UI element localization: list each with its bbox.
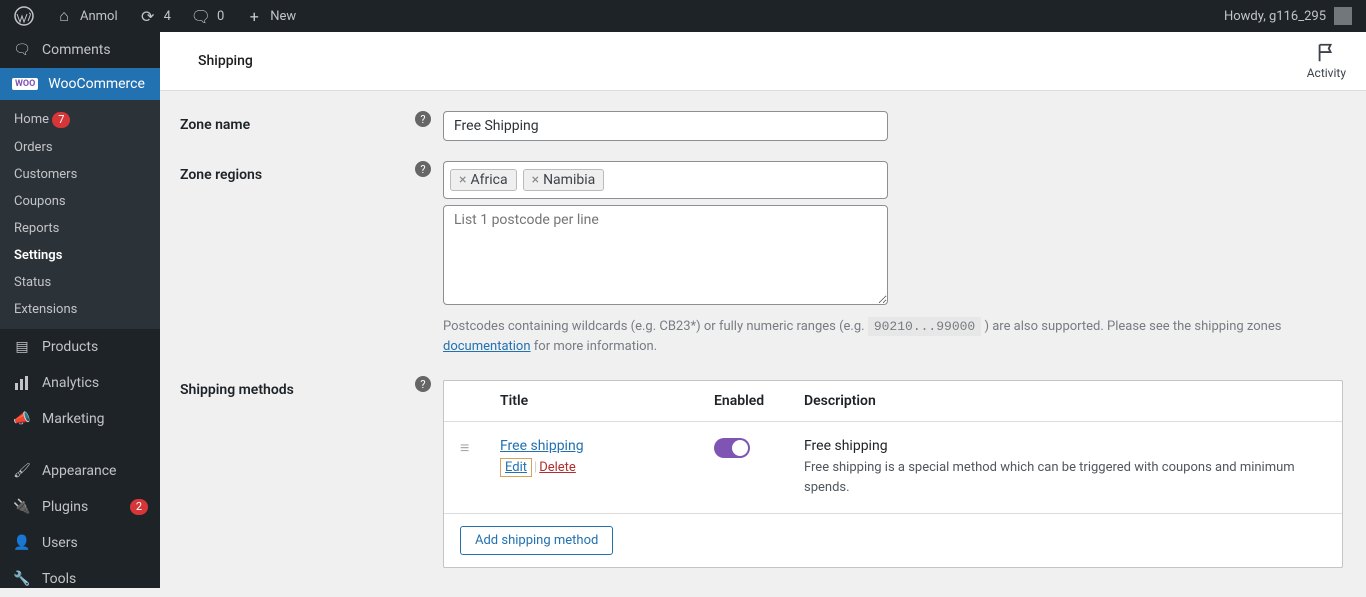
remove-tag-icon[interactable]: × xyxy=(459,172,466,188)
sidebar-item-users[interactable]: 👤 Users xyxy=(0,525,160,561)
documentation-link[interactable]: documentation xyxy=(443,339,531,354)
sidebar-item-products[interactable]: ▤ Products xyxy=(0,329,160,365)
avatar xyxy=(1334,7,1352,25)
admin-sidebar: 🗨 Comments WOO WooCommerce Home 7 Orders… xyxy=(0,32,160,588)
help-icon[interactable]: ? xyxy=(415,111,431,127)
site-name-link[interactable]: ⌂Anmol xyxy=(48,6,124,26)
enabled-toggle[interactable] xyxy=(714,438,750,458)
new-link[interactable]: +New xyxy=(238,6,302,26)
sidebar-item-plugins[interactable]: 🔌 Plugins 2 xyxy=(0,489,160,525)
comments-link[interactable]: 🗨0 xyxy=(185,6,230,26)
method-desc-text: Free shipping is a special method which … xyxy=(804,460,1295,495)
remove-tag-icon[interactable]: × xyxy=(532,172,539,188)
sidebar-item-analytics[interactable]: Analytics xyxy=(0,365,160,401)
sidebar-item-marketing[interactable]: 📣 Marketing xyxy=(0,401,160,437)
sidebar-subitem-reports[interactable]: Reports xyxy=(0,215,160,242)
plugins-icon: 🔌 xyxy=(12,497,32,517)
users-icon: 👤 xyxy=(12,533,32,553)
help-icon[interactable]: ? xyxy=(415,161,431,177)
postcode-help-text: Postcodes containing wildcards (e.g. CB2… xyxy=(443,317,1343,356)
admin-bar: ⌂Anmol ⟳4 🗨0 +New Howdy, g116_295 xyxy=(0,0,1366,32)
zone-name-label: Zone name xyxy=(180,117,415,133)
help-icon[interactable]: ? xyxy=(415,376,431,392)
updates-link[interactable]: ⟳4 xyxy=(132,6,177,26)
shipping-methods-label: Shipping methods xyxy=(180,382,415,398)
shipping-methods-table: Title Enabled Description ≡ Free shippin… xyxy=(443,380,1343,568)
sidebar-item-woocommerce[interactable]: WOO WooCommerce xyxy=(0,68,160,100)
products-icon: ▤ xyxy=(12,337,32,357)
comment-icon: 🗨 xyxy=(12,40,32,60)
edit-method-link[interactable]: Edit xyxy=(500,458,532,477)
zone-regions-label: Zone regions xyxy=(180,167,415,183)
marketing-icon: 📣 xyxy=(12,409,32,429)
appearance-icon: 🖌 xyxy=(12,461,32,481)
col-header-enabled: Enabled xyxy=(714,393,804,409)
plugins-badge: 2 xyxy=(130,499,148,515)
delete-method-link[interactable]: Delete xyxy=(539,460,576,475)
page-title: Shipping xyxy=(198,53,253,69)
region-tag[interactable]: ×Africa xyxy=(450,169,517,191)
sidebar-item-appearance[interactable]: 🖌 Appearance xyxy=(0,453,160,489)
add-shipping-method-button[interactable]: Add shipping method xyxy=(460,526,613,555)
tools-icon: 🔧 xyxy=(12,569,32,589)
sidebar-subitem-settings[interactable]: Settings xyxy=(0,242,160,269)
home-icon: ⌂ xyxy=(54,6,74,26)
sidebar-item-comments[interactable]: 🗨 Comments xyxy=(0,32,160,68)
zone-name-input[interactable] xyxy=(443,111,888,141)
sidebar-subitem-coupons[interactable]: Coupons xyxy=(0,188,160,215)
region-tag[interactable]: ×Namibia xyxy=(523,169,605,191)
woo-icon: WOO xyxy=(12,78,38,90)
method-desc-title: Free shipping xyxy=(804,438,1326,454)
content-area: Shipping Activity Zone name ? Zone regio… xyxy=(160,32,1366,588)
shipping-method-row: ≡ Free shipping Edit|Delete Free shippin… xyxy=(444,422,1342,514)
sidebar-subitem-orders[interactable]: Orders xyxy=(0,134,160,161)
col-header-description: Description xyxy=(804,393,1326,409)
comment-icon: 🗨 xyxy=(191,6,211,26)
sidebar-submenu-woocommerce: Home 7 Orders Customers Coupons Reports … xyxy=(0,100,160,329)
col-header-title: Title xyxy=(500,393,714,409)
analytics-icon xyxy=(12,373,32,393)
method-title-link[interactable]: Free shipping xyxy=(500,438,714,454)
sidebar-subitem-home[interactable]: Home 7 xyxy=(0,106,160,134)
zone-regions-input[interactable]: ×Africa ×Namibia xyxy=(443,161,888,199)
activity-button[interactable]: Activity xyxy=(1307,42,1346,80)
howdy-account[interactable]: Howdy, g116_295 xyxy=(1218,7,1358,25)
sidebar-item-tools[interactable]: 🔧 Tools xyxy=(0,561,160,597)
wp-logo[interactable] xyxy=(8,6,40,26)
postcode-textarea[interactable] xyxy=(443,205,888,305)
content-header: Shipping Activity xyxy=(160,32,1366,91)
updates-icon: ⟳ xyxy=(138,6,158,26)
plus-icon: + xyxy=(244,6,264,26)
flag-icon xyxy=(1315,42,1337,64)
home-badge: 7 xyxy=(52,112,70,128)
sidebar-subitem-extensions[interactable]: Extensions xyxy=(0,296,160,323)
drag-handle-icon[interactable]: ≡ xyxy=(460,438,469,457)
sidebar-subitem-status[interactable]: Status xyxy=(0,269,160,296)
sidebar-subitem-customers[interactable]: Customers xyxy=(0,161,160,188)
